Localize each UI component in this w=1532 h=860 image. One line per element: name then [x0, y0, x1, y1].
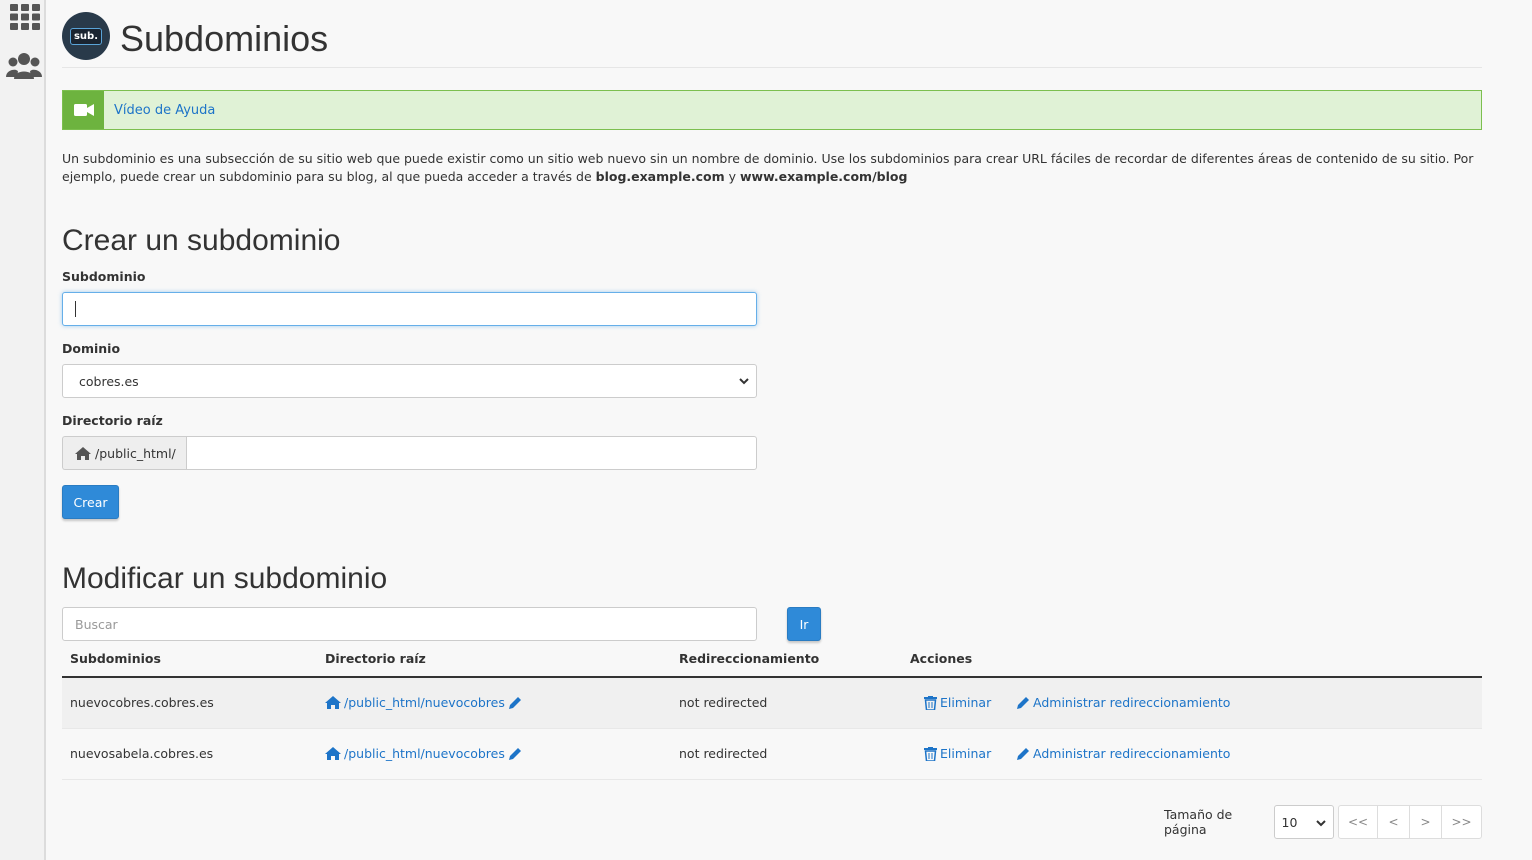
trash-icon [924, 695, 937, 710]
page-header: sub. Subdominios [62, 12, 1482, 68]
docroot-prefix: /public_html/ [62, 436, 186, 470]
grid-icon[interactable] [10, 4, 40, 30]
docroot-prefix-text: /public_html/ [95, 445, 176, 461]
delete-link[interactable]: Eliminar [924, 695, 991, 710]
domain-selected-value: cobres.es [79, 373, 139, 389]
logo-text: sub. [69, 27, 103, 45]
create-button[interactable]: Crear [62, 485, 119, 519]
manage-redirect-link[interactable]: Administrar redireccionamiento [1016, 695, 1230, 710]
column-header-actions: Acciones [910, 651, 973, 666]
home-icon [325, 747, 341, 760]
first-page-button[interactable]: << [1339, 806, 1378, 838]
pagination: Tamaño de página 10 << < > >> [1164, 805, 1482, 839]
help-video-banner: Vídeo de Ayuda [62, 90, 1482, 130]
column-header-docroot[interactable]: Directorio raíz [325, 651, 426, 666]
text-caret [75, 301, 76, 317]
docroot-text: /public_html/nuevocobres [344, 695, 505, 710]
manage-redirect-label: Administrar redireccionamiento [1033, 695, 1231, 710]
subdomain-label: Subdominio [62, 269, 146, 284]
page-size-value: 10 [1281, 814, 1298, 830]
subdomain-description: Un subdominio es una subsección de su si… [62, 150, 1482, 186]
pencil-icon[interactable] [508, 747, 522, 761]
subdomain-cell: nuevocobres.cobres.es [70, 695, 214, 710]
search-go-button[interactable]: Ir [787, 607, 821, 641]
table-row: nuevosabela.cobres.es /public_html/nuevo… [62, 729, 1482, 780]
search-placeholder: Buscar [75, 616, 118, 632]
pencil-icon [1017, 747, 1029, 760]
help-video-link[interactable]: Vídeo de Ayuda [114, 103, 215, 118]
page-title: Subdominios [120, 18, 329, 59]
docroot-text: /public_html/nuevocobres [344, 746, 505, 761]
domain-select[interactable]: cobres.es [62, 364, 757, 398]
description-joiner: y [728, 169, 737, 184]
page-size-select[interactable]: 10 [1273, 805, 1334, 839]
pencil-icon [1017, 696, 1029, 709]
docroot-input-group: /public_html/ [62, 436, 757, 470]
delete-link[interactable]: Eliminar [924, 746, 991, 761]
docroot-input[interactable] [186, 436, 757, 470]
delete-label: Eliminar [940, 695, 992, 710]
home-icon [325, 696, 341, 709]
last-page-button[interactable]: >> [1442, 806, 1481, 838]
chevron-down-icon [739, 378, 749, 385]
search-input[interactable]: Buscar [62, 607, 757, 641]
domain-label: Dominio [62, 341, 121, 356]
left-sidebar [0, 0, 46, 860]
docroot-link[interactable]: /public_html/nuevocobres [325, 746, 525, 761]
next-page-button[interactable]: > [1410, 806, 1442, 838]
page-size-label: Tamaño de página [1164, 807, 1233, 837]
subdomain-input[interactable] [62, 292, 757, 326]
chevron-down-icon [1316, 820, 1326, 827]
docroot-label: Directorio raíz [62, 413, 163, 428]
subdomains-logo: sub. [62, 12, 110, 60]
table-header: Subdominios Directorio raíz Redirecciona… [62, 645, 1482, 678]
table-row: nuevocobres.cobres.es /public_html/nuevo… [62, 678, 1482, 729]
manage-redirect-label: Administrar redireccionamiento [1033, 746, 1231, 761]
redirect-cell: not redirected [679, 746, 768, 761]
manage-redirect-link[interactable]: Administrar redireccionamiento [1016, 746, 1230, 761]
pencil-icon[interactable] [508, 696, 522, 710]
video-camera-icon [63, 91, 104, 129]
prev-page-button[interactable]: < [1378, 806, 1410, 838]
modify-section-title: Modificar un subdominio [62, 562, 388, 595]
column-header-redirect[interactable]: Redireccionamiento [679, 651, 819, 666]
redirect-cell: not redirected [679, 695, 768, 710]
docroot-link[interactable]: /public_html/nuevocobres [325, 695, 525, 710]
pagination-buttons: << < > >> [1338, 805, 1482, 839]
column-header-subdomains[interactable]: Subdominios [70, 651, 161, 666]
trash-icon [924, 746, 937, 761]
users-icon[interactable] [6, 52, 42, 80]
subdomain-cell: nuevosabela.cobres.es [70, 746, 214, 761]
subdomains-table: Subdominios Directorio raíz Redirecciona… [62, 645, 1482, 780]
example-path: www.example.com/blog [740, 169, 908, 184]
delete-label: Eliminar [940, 746, 992, 761]
example-subdomain: blog.example.com [595, 169, 725, 184]
home-icon [75, 446, 91, 460]
create-section-title: Crear un subdominio [62, 224, 341, 257]
